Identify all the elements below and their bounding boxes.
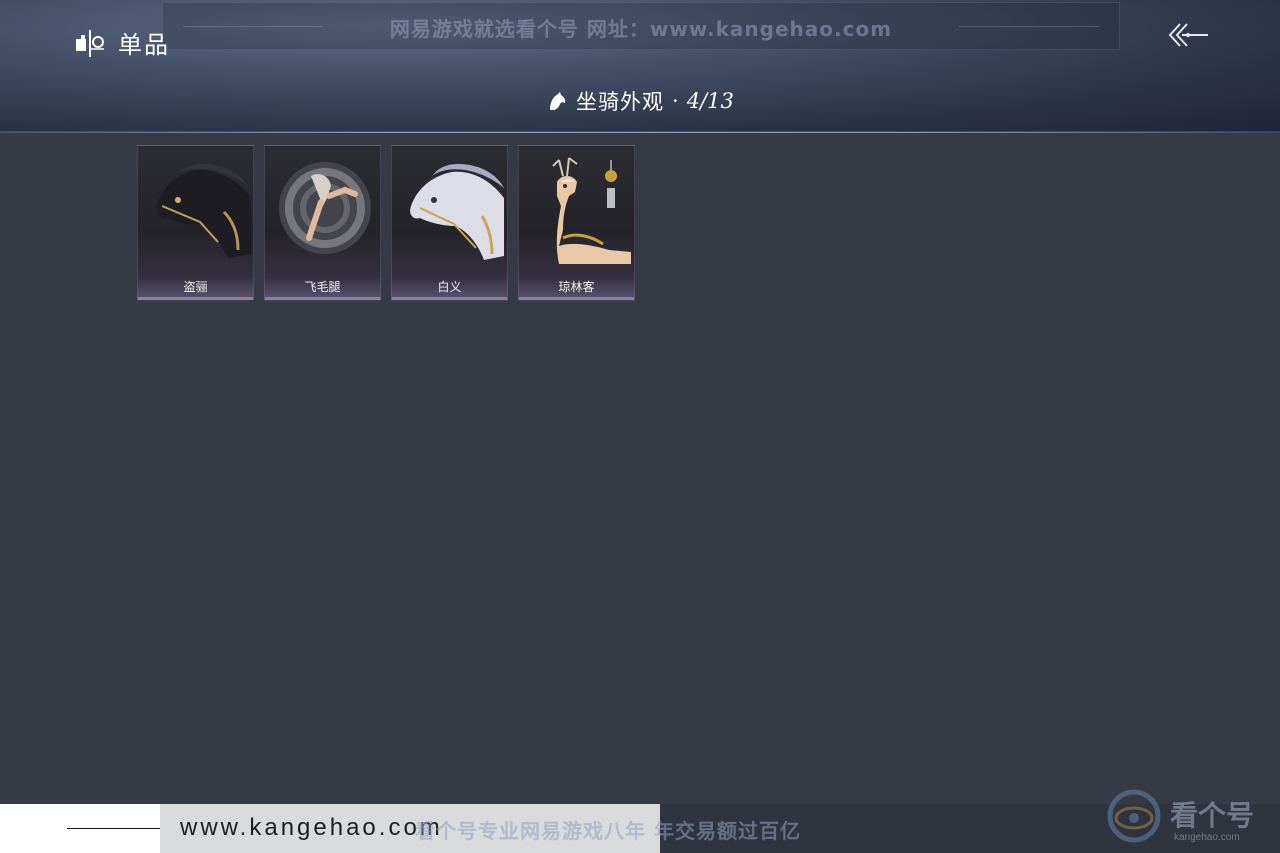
horse-head-icon [550, 92, 566, 110]
white-horse-image [410, 164, 504, 260]
swirl-legs-image [279, 162, 371, 254]
page-title: 坐骑外观 · 4/13 [546, 86, 734, 116]
mount-name: 盗骊 [183, 280, 208, 294]
mount-card-qionglinke[interactable]: 琼林客 [518, 145, 635, 301]
mount-card-feimaotui[interactable]: 飞毛腿 [264, 145, 381, 301]
footer-watermark: 看个号专业网易游戏八年 年交易额过百亿 [415, 819, 801, 843]
watermark-banner: 网易游戏就选看个号 网址：www.kangehao.com [162, 2, 1120, 50]
footer-line [67, 828, 167, 829]
mount-card-baiyi[interactable]: 白义 [391, 145, 508, 301]
footer-url-text: www.kangehao.com [180, 814, 443, 841]
mount-name: 白义 [437, 280, 462, 294]
section-header: 单品 [74, 25, 170, 60]
logo-text: 看个号 [1170, 799, 1255, 832]
back-button[interactable] [1166, 20, 1210, 50]
title-count: 4/13 [686, 89, 734, 113]
eye-logo-icon [1107, 789, 1161, 843]
mount-grid: 盗骊 飞毛腿 白义 琼林客 [137, 145, 635, 301]
mount-name: 琼林客 [558, 280, 595, 294]
mount-card-daoli[interactable]: 盗骊 [137, 145, 254, 301]
logo-subtext: kangehao.com [1174, 832, 1240, 843]
watermark-text: 网易游戏就选看个号 网址：www.kangehao.com [389, 17, 893, 41]
watermark-line-right [959, 26, 1099, 27]
black-horse-image [156, 164, 252, 258]
mount-name: 飞毛腿 [304, 280, 341, 294]
top-header: 网易游戏就选看个号 网址：www.kangehao.com 单品 坐骑外观 · … [0, 0, 1280, 133]
back-arrow-icon [1168, 23, 1208, 47]
deer-image [552, 157, 631, 264]
section-label: 单品 [118, 31, 170, 59]
title-separator: · [672, 89, 679, 113]
title-label: 坐骑外观 [576, 90, 664, 114]
item-category-icon [76, 29, 104, 57]
